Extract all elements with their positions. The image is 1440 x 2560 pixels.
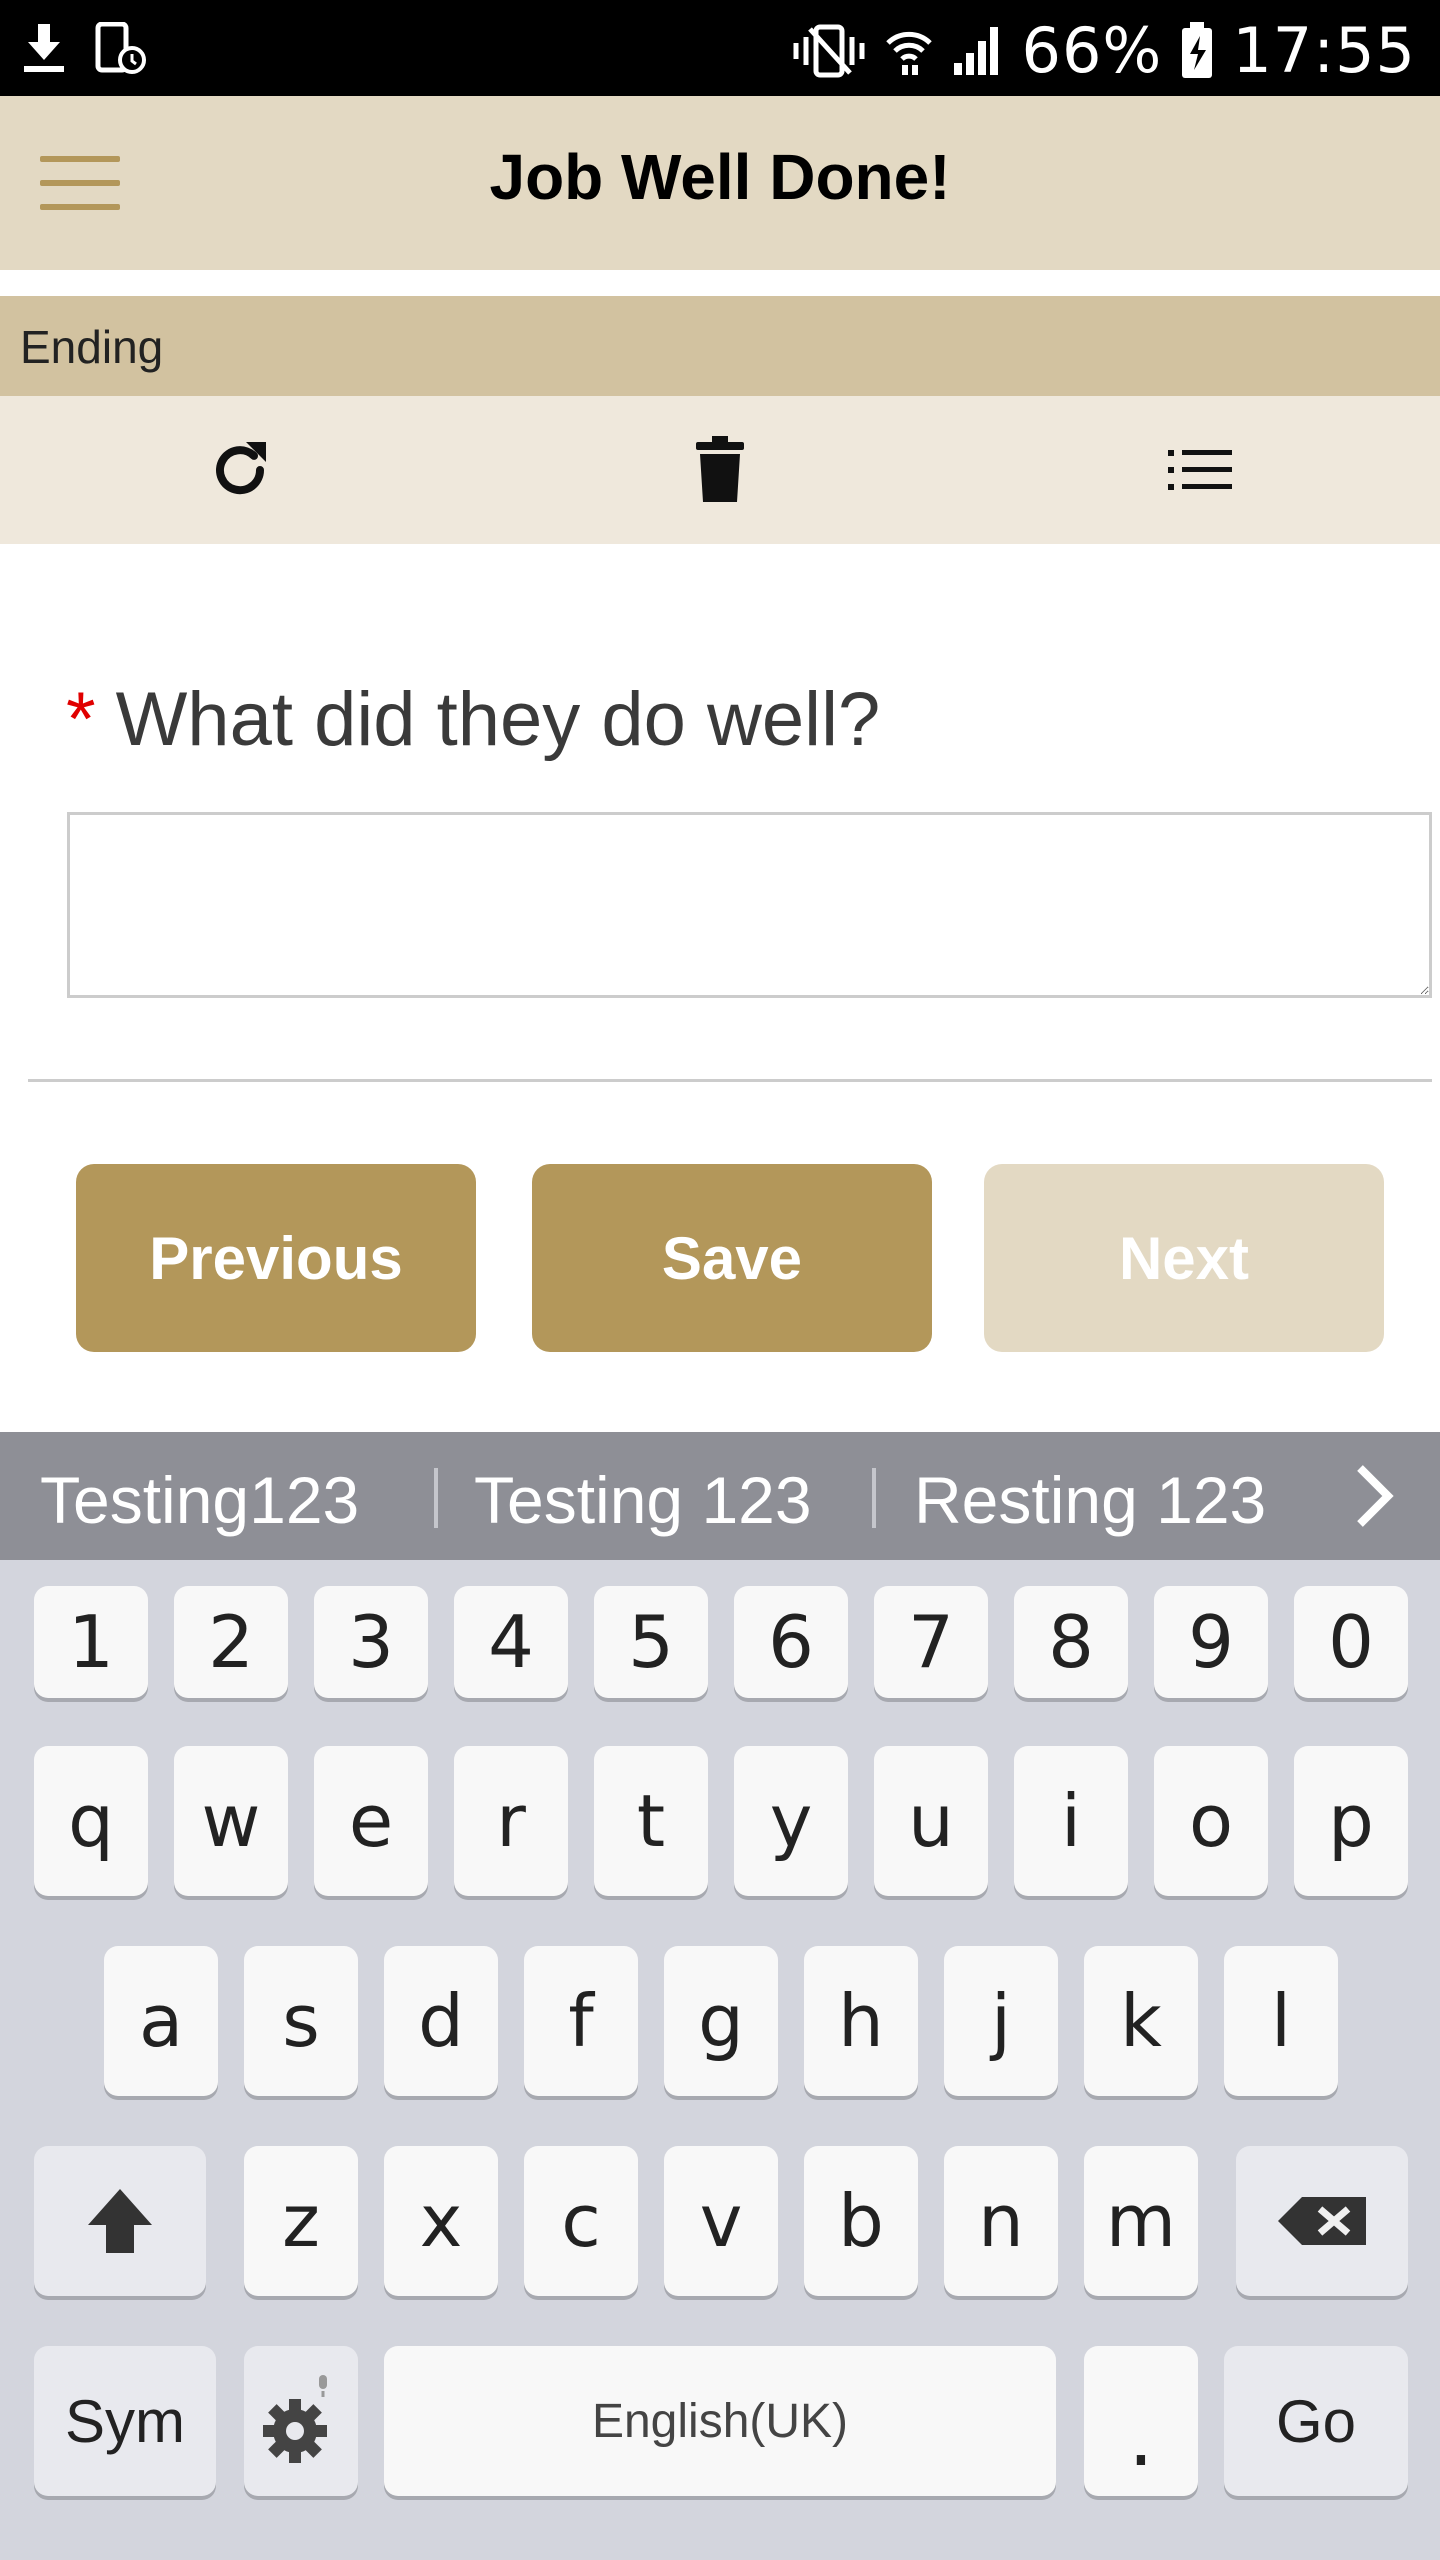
key-l[interactable]: l bbox=[1224, 1946, 1338, 2096]
key-8[interactable]: 8 bbox=[1014, 1586, 1128, 1698]
key-4[interactable]: 4 bbox=[454, 1586, 568, 1698]
period-key[interactable]: . bbox=[1084, 2346, 1198, 2496]
key-c[interactable]: c bbox=[524, 2146, 638, 2296]
suggestion-item[interactable]: Testing 123 bbox=[474, 1462, 812, 1538]
suggestion-separator bbox=[872, 1468, 876, 1528]
key-u[interactable]: u bbox=[874, 1746, 988, 1896]
key-x[interactable]: x bbox=[384, 2146, 498, 2296]
key-w[interactable]: w bbox=[174, 1746, 288, 1896]
keyboard: 1 2 3 4 5 6 7 8 9 0 q w e r t y u i o p … bbox=[0, 1560, 1440, 2560]
suggestion-separator bbox=[434, 1468, 438, 1528]
key-h[interactable]: h bbox=[804, 1946, 918, 2096]
question-label: * What did they do well? bbox=[66, 676, 880, 763]
battery-charging-icon bbox=[1182, 21, 1213, 78]
battery-percent: 66% bbox=[1021, 14, 1163, 87]
vibrate-icon bbox=[793, 24, 864, 77]
shift-arrow-icon bbox=[88, 2189, 152, 2253]
go-key[interactable]: Go bbox=[1224, 2346, 1408, 2496]
key-k[interactable]: k bbox=[1084, 1946, 1198, 2096]
key-p[interactable]: p bbox=[1294, 1746, 1408, 1896]
key-q[interactable]: q bbox=[34, 1746, 148, 1896]
suggestion-bar: Testing123 Testing 123 Resting 123 bbox=[0, 1432, 1440, 1560]
key-9[interactable]: 9 bbox=[1154, 1586, 1268, 1698]
space-key[interactable]: English(UK) bbox=[384, 2346, 1056, 2496]
section-label: Ending bbox=[20, 321, 164, 373]
settings-key[interactable] bbox=[244, 2346, 358, 2496]
key-1[interactable]: 1 bbox=[34, 1586, 148, 1698]
gear-icon bbox=[263, 2375, 327, 2463]
key-f[interactable]: f bbox=[524, 1946, 638, 2096]
backspace-key[interactable] bbox=[1236, 2146, 1408, 2296]
key-0[interactable]: 0 bbox=[1294, 1586, 1408, 1698]
key-n[interactable]: n bbox=[944, 2146, 1058, 2296]
suggestion-item[interactable]: Testing123 bbox=[40, 1462, 359, 1538]
key-m[interactable]: m bbox=[1084, 2146, 1198, 2296]
key-v[interactable]: v bbox=[664, 2146, 778, 2296]
key-5[interactable]: 5 bbox=[594, 1586, 708, 1698]
key-g[interactable]: g bbox=[664, 1946, 778, 2096]
key-o[interactable]: o bbox=[1154, 1746, 1268, 1896]
list-icon[interactable] bbox=[1164, 434, 1236, 506]
key-a[interactable]: a bbox=[104, 1946, 218, 2096]
chevron-right-icon[interactable] bbox=[1344, 1460, 1404, 1532]
key-b[interactable]: b bbox=[804, 2146, 918, 2296]
key-3[interactable]: 3 bbox=[314, 1586, 428, 1698]
question-text: What did they do well? bbox=[115, 677, 881, 762]
key-d[interactable]: d bbox=[384, 1946, 498, 2096]
phone-sync-icon bbox=[95, 22, 146, 74]
key-r[interactable]: r bbox=[454, 1746, 568, 1896]
key-j[interactable]: j bbox=[944, 1946, 1058, 2096]
signal-icon bbox=[953, 26, 998, 75]
key-y[interactable]: y bbox=[734, 1746, 848, 1896]
key-s[interactable]: s bbox=[244, 1946, 358, 2096]
key-7[interactable]: 7 bbox=[874, 1586, 988, 1698]
key-i[interactable]: i bbox=[1014, 1746, 1128, 1896]
key-6[interactable]: 6 bbox=[734, 1586, 848, 1698]
key-2[interactable]: 2 bbox=[174, 1586, 288, 1698]
suggestion-item[interactable]: Resting 123 bbox=[914, 1462, 1266, 1538]
wifi-icon bbox=[885, 31, 932, 75]
clock: 17:55 bbox=[1232, 14, 1416, 87]
page-title: Job Well Done! bbox=[489, 141, 951, 213]
key-z[interactable]: z bbox=[244, 2146, 358, 2296]
form-toolbar bbox=[0, 396, 1440, 544]
sym-key[interactable]: Sym bbox=[34, 2346, 216, 2496]
trash-icon[interactable] bbox=[684, 434, 756, 506]
shift-key[interactable] bbox=[34, 2146, 206, 2296]
backspace-icon bbox=[1278, 2197, 1366, 2245]
section-header: Ending bbox=[0, 296, 1440, 396]
app-bar: Job Well Done! bbox=[0, 96, 1440, 270]
answer-input[interactable] bbox=[67, 812, 1432, 998]
download-icon bbox=[24, 24, 64, 72]
refresh-icon[interactable] bbox=[204, 434, 276, 506]
key-e[interactable]: e bbox=[314, 1746, 428, 1896]
next-button[interactable]: Next bbox=[984, 1164, 1384, 1352]
save-button[interactable]: Save bbox=[532, 1164, 932, 1352]
key-t[interactable]: t bbox=[594, 1746, 708, 1896]
required-marker: * bbox=[66, 677, 96, 762]
divider bbox=[28, 1079, 1432, 1082]
status-bar: 66% 17:55 bbox=[0, 0, 1440, 96]
previous-button[interactable]: Previous bbox=[76, 1164, 476, 1352]
